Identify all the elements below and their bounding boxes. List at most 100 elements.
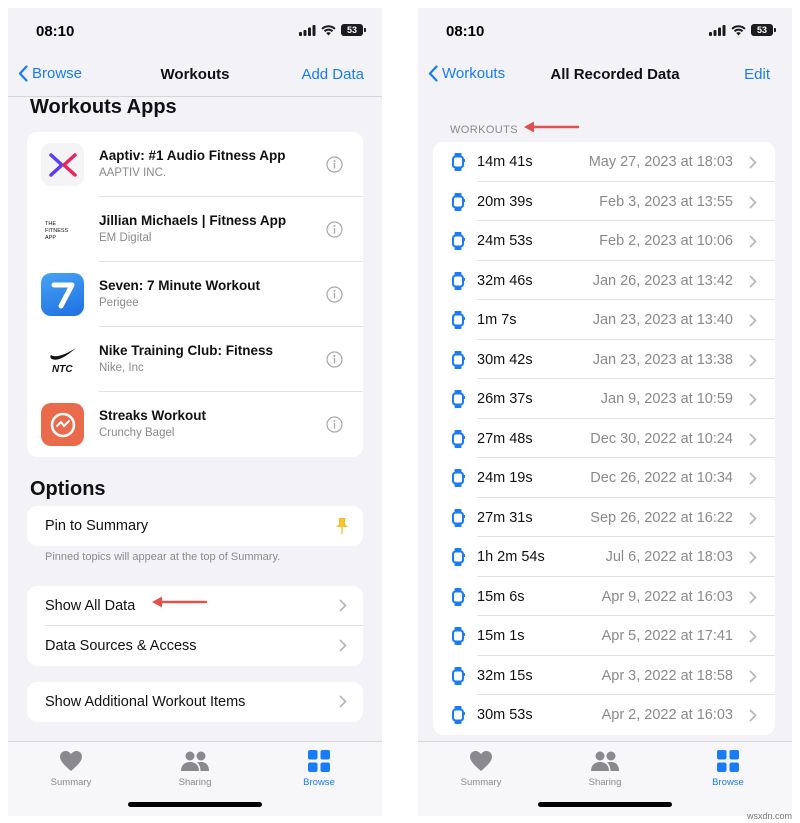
info-icon[interactable] — [326, 416, 343, 433]
workout-duration: 27m 31s — [477, 509, 533, 526]
workout-duration: 20m 39s — [477, 193, 533, 210]
app-row-nike-training-club[interactable]: NTC Nike Training Club: Fitness Nike, In… — [27, 327, 363, 392]
pin-card: Pin to Summary — [27, 506, 363, 546]
pin-icon[interactable] — [335, 517, 349, 535]
info-icon[interactable] — [326, 156, 343, 173]
workout-row[interactable]: 32m 15s Apr 3, 2022 at 18:58 — [433, 656, 775, 695]
tab-bar: Summary Sharing Browse — [8, 741, 382, 816]
app-name: Nike Training Club: Fitness — [99, 343, 274, 358]
pin-to-summary-row[interactable]: Pin to Summary — [27, 506, 363, 546]
options-heading: Options — [30, 478, 106, 500]
people-icon — [591, 751, 619, 771]
workout-row[interactable]: 1h 2m 54s Jul 6, 2022 at 18:03 — [433, 537, 775, 577]
chevron-right-icon — [749, 314, 757, 327]
info-icon[interactable] — [326, 351, 343, 368]
tab-sharing[interactable]: Sharing — [565, 748, 645, 788]
battery-icon: 53 — [341, 24, 363, 36]
workout-row[interactable]: 15m 6s Apr 9, 2022 at 16:03 — [433, 577, 775, 616]
workout-date: Jan 23, 2023 at 13:38 — [592, 351, 733, 368]
app-developer: Crunchy Bagel — [99, 427, 175, 439]
apple-watch-icon — [452, 508, 465, 527]
grid-icon — [717, 750, 739, 772]
apple-watch-icon — [452, 627, 465, 645]
app-row-jillian-michaels[interactable]: THE FITNESS APP Jillian Michaels | Fitness… — [27, 197, 363, 262]
workout-row[interactable]: 27m 48s Dec 30, 2022 at 10:24 — [433, 419, 775, 458]
info-icon[interactable] — [326, 286, 343, 303]
apple-watch-icon — [452, 153, 465, 171]
battery-tip — [774, 28, 776, 32]
annotation-arrow-right — [524, 121, 580, 133]
workout-duration: 26m 37s — [477, 391, 533, 407]
annotation-arrow-left — [152, 596, 208, 608]
tab-summary[interactable]: Summary — [31, 748, 111, 788]
tab-bar: Summary Sharing Browse — [418, 741, 792, 816]
workout-date: Jan 26, 2023 at 13:42 — [592, 272, 733, 289]
pin-footnote: Pinned topics will appear at the top of … — [45, 551, 281, 563]
app-row-seven[interactable]: Seven: 7 Minute Workout Perigee — [27, 262, 363, 327]
aaptiv-logo-icon — [41, 143, 84, 186]
chevron-right-icon — [749, 709, 757, 722]
status-bar: 08:10 53 — [8, 8, 382, 54]
workout-row[interactable]: 15m 1s Apr 5, 2022 at 17:41 — [433, 616, 775, 656]
cellular-signal-icon — [299, 24, 316, 36]
chevron-right-icon — [749, 670, 757, 682]
add-data-button[interactable]: Add Data — [301, 66, 364, 83]
workout-row[interactable]: 14m 41s May 27, 2023 at 18:03 — [433, 142, 775, 182]
chevron-right-icon — [749, 551, 757, 564]
workouts-screen: 08:10 53 Browse Workouts Add Data Workou… — [8, 8, 382, 816]
workout-date: Sep 26, 2022 at 16:22 — [590, 509, 733, 526]
tab-label: Sharing — [178, 777, 212, 788]
info-icon[interactable] — [326, 221, 343, 238]
workout-duration: 30m 42s — [477, 351, 533, 368]
workout-row[interactable]: 30m 42s Jan 23, 2023 at 13:38 — [433, 340, 775, 379]
app-developer: Perigee — [99, 297, 139, 309]
data-sources-label: Data Sources & Access — [45, 638, 197, 654]
workout-row[interactable]: 27m 31s Sep 26, 2022 at 16:22 — [433, 498, 775, 537]
home-indicator — [128, 802, 262, 807]
people-icon — [181, 751, 209, 771]
workout-duration: 1m 7s — [477, 312, 517, 328]
show-all-data-label: Show All Data — [45, 598, 136, 614]
additional-card: Show Additional Workout Items — [27, 682, 363, 722]
tab-sharing[interactable]: Sharing — [155, 748, 235, 788]
show-additional-workout-items-row[interactable]: Show Additional Workout Items — [27, 682, 363, 722]
workout-row[interactable]: 24m 19s Dec 26, 2022 at 10:34 — [433, 458, 775, 498]
workouts-list: 14m 41s May 27, 2023 at 18:03 20m 39s Feb 3… — [433, 142, 775, 735]
battery-tip — [364, 28, 366, 32]
app-row-aaptiv[interactable]: Aaptiv: #1 Audio Fitness App AAPTIV INC. — [27, 132, 363, 197]
apple-watch-icon — [452, 429, 465, 448]
workout-date: Jul 6, 2022 at 18:03 — [605, 549, 733, 565]
tab-summary[interactable]: Summary — [441, 748, 521, 788]
apple-watch-icon — [452, 192, 465, 211]
workouts-section-header: WORKOUTS — [450, 124, 518, 136]
workout-row[interactable]: 20m 39s Feb 3, 2023 at 13:55 — [433, 182, 775, 221]
app-name: Aaptiv: #1 Audio Fitness App — [99, 148, 286, 163]
chevron-right-icon — [749, 512, 757, 524]
svg-text:THE: THE — [45, 221, 56, 227]
workout-row[interactable]: 32m 46s Jan 26, 2023 at 13:42 — [433, 261, 775, 300]
apps-list: Aaptiv: #1 Audio Fitness App AAPTIV INC.… — [27, 132, 363, 457]
data-sources-row[interactable]: Data Sources & Access — [27, 626, 363, 666]
workout-date: Apr 5, 2022 at 17:41 — [601, 628, 733, 644]
wifi-icon — [321, 24, 336, 35]
workout-row[interactable]: 1m 7s Jan 23, 2023 at 13:40 — [433, 300, 775, 340]
tab-label: Summary — [50, 777, 92, 788]
workout-duration: 24m 19s — [477, 470, 533, 486]
apple-watch-icon — [452, 706, 465, 724]
app-row-streaks-workout[interactable]: Streaks Workout Crunchy Bagel — [27, 392, 363, 457]
tab-browse[interactable]: Browse — [688, 748, 768, 788]
status-bar: 08:10 53 — [418, 8, 792, 54]
workout-row[interactable]: 26m 37s Jan 9, 2023 at 10:59 — [433, 379, 775, 419]
the-fitness-app-logo-icon: THE FITNESS APP — [41, 208, 84, 251]
workout-date: Apr 9, 2022 at 16:03 — [601, 588, 733, 605]
show-additional-label: Show Additional Workout Items — [45, 694, 246, 710]
tab-label: Summary — [460, 777, 502, 788]
wifi-icon — [731, 24, 746, 35]
chevron-right-icon — [749, 393, 757, 406]
workout-row[interactable]: 24m 53s Feb 2, 2023 at 10:06 — [433, 221, 775, 261]
workout-row[interactable]: 30m 53s Apr 2, 2022 at 16:03 — [433, 695, 775, 735]
edit-button[interactable]: Edit — [744, 66, 770, 83]
tab-browse[interactable]: Browse — [279, 748, 359, 788]
chevron-left-icon — [428, 65, 438, 82]
chevron-right-icon — [339, 639, 347, 652]
